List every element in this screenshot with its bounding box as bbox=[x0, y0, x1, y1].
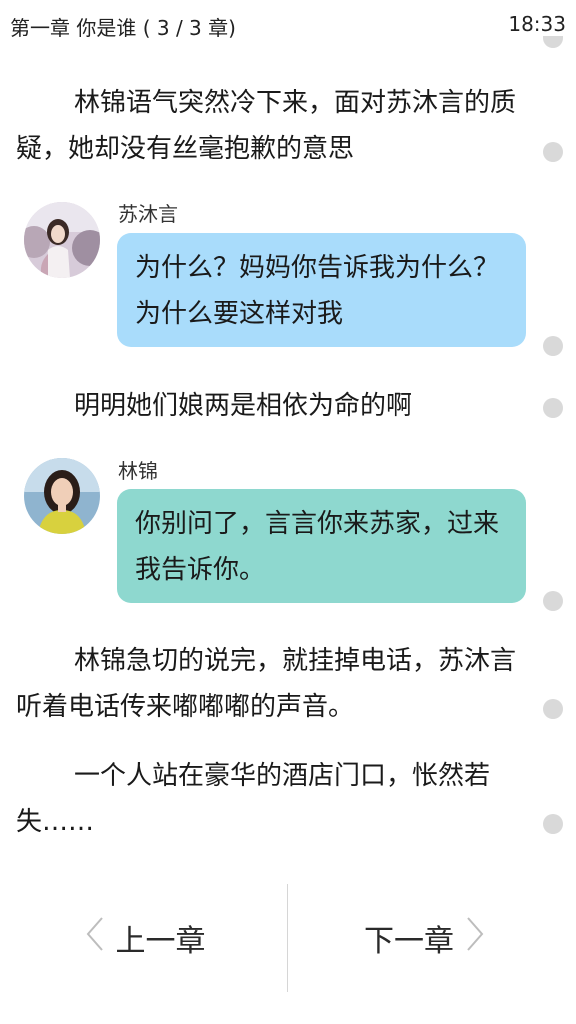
progress-dot bbox=[543, 699, 563, 719]
speaker-name: 苏沐言 bbox=[118, 202, 178, 226]
prev-chapter-label: 上一章 bbox=[115, 924, 206, 959]
chapter-title: 第一章 你是谁 ( 3 / 3 章) bbox=[10, 16, 236, 40]
avatar-su-muyan bbox=[24, 202, 100, 278]
message-bubble: 你别问了，言言你来苏家，过来我告诉你。 bbox=[117, 489, 526, 603]
speaker-name: 林锦 bbox=[118, 459, 158, 483]
chevron-left-icon bbox=[84, 914, 106, 962]
progress-dot bbox=[543, 398, 563, 418]
progress-dot bbox=[543, 142, 563, 162]
progress-dot bbox=[543, 814, 563, 834]
prev-chapter-button[interactable]: 上一章 bbox=[84, 914, 206, 966]
message-bubble: 为什么？妈妈你告诉我为什么？为什么要这样对我 bbox=[117, 233, 526, 347]
next-chapter-label: 下一章 bbox=[364, 924, 454, 959]
status-bar: 第一章 你是谁 ( 3 / 3 章) 18:33 bbox=[0, 0, 576, 46]
clock: 18:33 bbox=[508, 12, 566, 36]
avatar-lin-jin bbox=[24, 458, 100, 534]
story-paragraph: 林锦急切的说完，就挂掉电话，苏沐言听着电话传来嘟嘟嘟的声音。 bbox=[16, 646, 517, 722]
progress-dot bbox=[543, 336, 563, 356]
next-chapter-button[interactable]: 下一章 bbox=[364, 914, 486, 966]
chapter-navigation: 上一章 下一章 bbox=[0, 884, 576, 994]
story-paragraph: 林锦语气突然冷下来，面对苏沐言的质疑，她却没有丝毫抱歉的意思 bbox=[16, 88, 517, 164]
nav-divider bbox=[287, 884, 288, 992]
story-paragraph: 明明她们娘两是相依为命的啊 bbox=[74, 391, 413, 421]
chevron-right-icon bbox=[464, 914, 486, 962]
story-paragraph: 一个人站在豪华的酒店门口，怅然若失…… bbox=[16, 761, 491, 837]
progress-dot bbox=[543, 591, 563, 611]
progress-dot bbox=[543, 36, 563, 48]
